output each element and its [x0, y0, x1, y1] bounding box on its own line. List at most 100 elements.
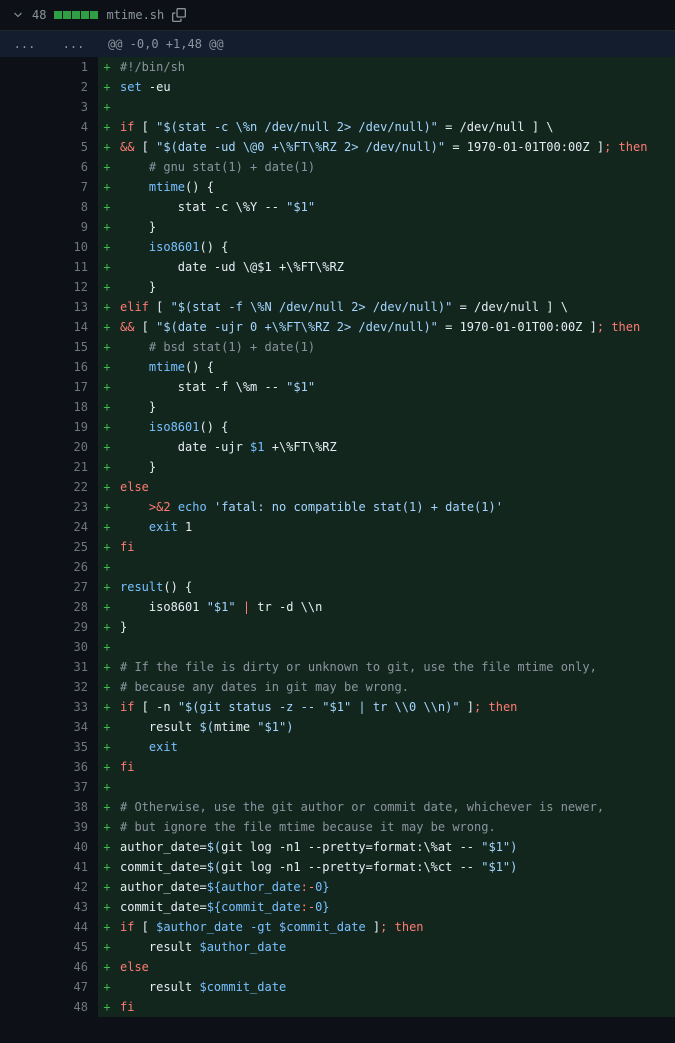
- line-gutter[interactable]: 20: [0, 437, 98, 457]
- line-number[interactable]: 38: [49, 797, 98, 817]
- line-gutter[interactable]: 4: [0, 117, 98, 137]
- line-gutter[interactable]: 3: [0, 97, 98, 117]
- line-number[interactable]: 15: [49, 337, 98, 357]
- line-number[interactable]: 5: [49, 137, 98, 157]
- line-number[interactable]: 33: [49, 697, 98, 717]
- line-gutter[interactable]: 38: [0, 797, 98, 817]
- line-number[interactable]: 16: [49, 357, 98, 377]
- line-gutter[interactable]: 36: [0, 757, 98, 777]
- expand-icon[interactable]: ...: [0, 31, 49, 57]
- line-gutter[interactable]: 10: [0, 237, 98, 257]
- line-gutter[interactable]: 7: [0, 177, 98, 197]
- line-number[interactable]: 27: [49, 577, 98, 597]
- line-number[interactable]: 12: [49, 277, 98, 297]
- line-gutter[interactable]: 34: [0, 717, 98, 737]
- line-gutter[interactable]: 43: [0, 897, 98, 917]
- line-number[interactable]: 36: [49, 757, 98, 777]
- line-number[interactable]: 34: [49, 717, 98, 737]
- line-number[interactable]: 9: [49, 217, 98, 237]
- line-gutter[interactable]: 45: [0, 937, 98, 957]
- line-number[interactable]: 17: [49, 377, 98, 397]
- line-gutter[interactable]: 12: [0, 277, 98, 297]
- line-gutter[interactable]: 48: [0, 997, 98, 1017]
- line-number[interactable]: 32: [49, 677, 98, 697]
- line-number[interactable]: 28: [49, 597, 98, 617]
- line-number[interactable]: 1: [49, 57, 98, 77]
- line-number[interactable]: 43: [49, 897, 98, 917]
- line-gutter[interactable]: 9: [0, 217, 98, 237]
- line-gutter[interactable]: 33: [0, 697, 98, 717]
- line-gutter[interactable]: 14: [0, 317, 98, 337]
- line-number[interactable]: 8: [49, 197, 98, 217]
- line-number[interactable]: 10: [49, 237, 98, 257]
- line-number[interactable]: 45: [49, 937, 98, 957]
- line-number[interactable]: 4: [49, 117, 98, 137]
- line-number[interactable]: 48: [49, 997, 98, 1017]
- copy-path-icon[interactable]: [172, 8, 186, 22]
- line-gutter[interactable]: 1: [0, 57, 98, 77]
- line-gutter[interactable]: 25: [0, 537, 98, 557]
- line-gutter[interactable]: 5: [0, 137, 98, 157]
- line-gutter[interactable]: 8: [0, 197, 98, 217]
- expand-icon[interactable]: ...: [49, 31, 98, 57]
- line-gutter[interactable]: 44: [0, 917, 98, 937]
- line-gutter[interactable]: 28: [0, 597, 98, 617]
- line-gutter[interactable]: 31: [0, 657, 98, 677]
- line-number[interactable]: 14: [49, 317, 98, 337]
- line-number[interactable]: 35: [49, 737, 98, 757]
- line-number[interactable]: 13: [49, 297, 98, 317]
- line-number[interactable]: 42: [49, 877, 98, 897]
- line-number[interactable]: 44: [49, 917, 98, 937]
- line-gutter[interactable]: 22: [0, 477, 98, 497]
- line-gutter[interactable]: 21: [0, 457, 98, 477]
- line-number[interactable]: 21: [49, 457, 98, 477]
- line-gutter[interactable]: 35: [0, 737, 98, 757]
- line-gutter[interactable]: 23: [0, 497, 98, 517]
- line-gutter[interactable]: 18: [0, 397, 98, 417]
- line-number[interactable]: 46: [49, 957, 98, 977]
- line-number[interactable]: 40: [49, 837, 98, 857]
- file-name[interactable]: mtime.sh: [106, 8, 164, 22]
- line-number[interactable]: 37: [49, 777, 98, 797]
- line-number[interactable]: 22: [49, 477, 98, 497]
- line-number[interactable]: 11: [49, 257, 98, 277]
- line-number[interactable]: 25: [49, 537, 98, 557]
- line-number[interactable]: 41: [49, 857, 98, 877]
- line-number[interactable]: 20: [49, 437, 98, 457]
- line-gutter[interactable]: 29: [0, 617, 98, 637]
- line-number[interactable]: 39: [49, 817, 98, 837]
- line-gutter[interactable]: 42: [0, 877, 98, 897]
- line-number[interactable]: 31: [49, 657, 98, 677]
- line-number[interactable]: 2: [49, 77, 98, 97]
- line-number[interactable]: 26: [49, 557, 98, 577]
- line-number[interactable]: 23: [49, 497, 98, 517]
- line-gutter[interactable]: 24: [0, 517, 98, 537]
- line-number[interactable]: 19: [49, 417, 98, 437]
- line-gutter[interactable]: 47: [0, 977, 98, 997]
- line-gutter[interactable]: 30: [0, 637, 98, 657]
- line-number[interactable]: 6: [49, 157, 98, 177]
- line-number[interactable]: 47: [49, 977, 98, 997]
- line-gutter[interactable]: 13: [0, 297, 98, 317]
- line-number[interactable]: 7: [49, 177, 98, 197]
- line-number[interactable]: 29: [49, 617, 98, 637]
- line-gutter[interactable]: 40: [0, 837, 98, 857]
- line-gutter[interactable]: 46: [0, 957, 98, 977]
- line-number[interactable]: 30: [49, 637, 98, 657]
- line-gutter[interactable]: 16: [0, 357, 98, 377]
- line-gutter[interactable]: 41: [0, 857, 98, 877]
- line-gutter[interactable]: 37: [0, 777, 98, 797]
- line-number[interactable]: 24: [49, 517, 98, 537]
- collapse-chevron-icon[interactable]: [12, 9, 24, 21]
- line-gutter[interactable]: 6: [0, 157, 98, 177]
- line-gutter[interactable]: 32: [0, 677, 98, 697]
- line-number[interactable]: 3: [49, 97, 98, 117]
- line-gutter[interactable]: 17: [0, 377, 98, 397]
- line-gutter[interactable]: 27: [0, 577, 98, 597]
- line-number[interactable]: 18: [49, 397, 98, 417]
- line-gutter[interactable]: 11: [0, 257, 98, 277]
- line-gutter[interactable]: 2: [0, 77, 98, 97]
- line-gutter[interactable]: 26: [0, 557, 98, 577]
- line-gutter[interactable]: 39: [0, 817, 98, 837]
- line-gutter[interactable]: 15: [0, 337, 98, 357]
